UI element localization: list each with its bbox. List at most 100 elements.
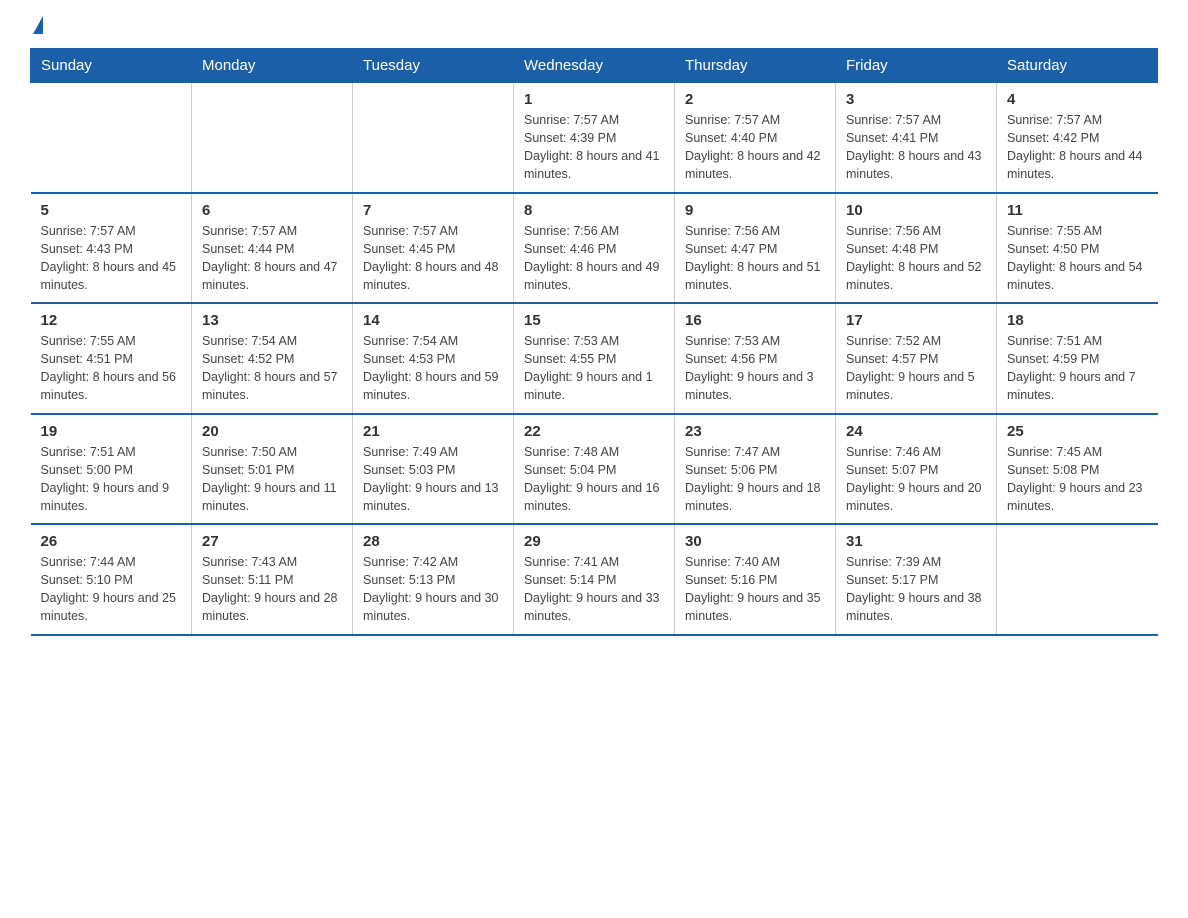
calendar-cell: 22Sunrise: 7:48 AM Sunset: 5:04 PM Dayli… xyxy=(514,414,675,525)
day-info: Sunrise: 7:56 AM Sunset: 4:48 PM Dayligh… xyxy=(846,222,986,295)
day-info: Sunrise: 7:57 AM Sunset: 4:42 PM Dayligh… xyxy=(1007,111,1148,184)
day-info: Sunrise: 7:56 AM Sunset: 4:46 PM Dayligh… xyxy=(524,222,664,295)
day-number: 12 xyxy=(41,312,182,329)
day-number: 26 xyxy=(41,533,182,550)
calendar-cell: 29 Sunrise: 7:41 AM Sunset: 5:14 PM Dayli… xyxy=(514,524,675,635)
day-number: 22 xyxy=(524,423,664,440)
calendar-cell: 13 Sunrise: 7:54 AM Sunset: 4:52 PM Dayli… xyxy=(192,303,353,414)
calendar-week-row: 12 Sunrise: 7:55 AM Sunset: 4:51 PM Dayli… xyxy=(31,303,1158,414)
calendar-cell: 5 Sunrise: 7:57 AM Sunset: 4:43 PM Daylig… xyxy=(31,193,192,304)
day-info: Sunrise: 7:51 AM Sunset: 4:59 PM Dayligh… xyxy=(1007,332,1148,405)
day-number: 7 xyxy=(363,202,503,219)
day-info: Sunrise: 7:57 AM Sunset: 4:40 PM Dayligh… xyxy=(685,111,825,184)
calendar-cell: 9 Sunrise: 7:56 AM Sunset: 4:47 PM Daylig… xyxy=(675,193,836,304)
day-info: Sunrise: 7:49 AM Sunset: 5:03 PM Dayligh… xyxy=(363,443,503,516)
calendar-cell xyxy=(997,524,1158,635)
day-info: Sunrise: 7:46 AM Sunset: 5:07 PM Dayligh… xyxy=(846,443,986,516)
day-number: 29 xyxy=(524,533,664,550)
calendar-cell: 24 Sunrise: 7:46 AM Sunset: 5:07 PM Dayli… xyxy=(836,414,997,525)
calendar-cell: 1 Sunrise: 7:57 AM Sunset: 4:39 PM Daylig… xyxy=(514,83,675,193)
day-info: Sunrise: 7:57 AM Sunset: 4:44 PM Dayligh… xyxy=(202,222,342,295)
header xyxy=(30,20,1158,32)
day-number: 10 xyxy=(846,202,986,219)
calendar-week-row: 19 Sunrise: 7:51 AM Sunset: 5:00 PM Dayli… xyxy=(31,414,1158,525)
day-number: 16 xyxy=(685,312,825,329)
day-info: Sunrise: 7:57 AM Sunset: 4:43 PM Dayligh… xyxy=(41,222,182,295)
day-number: 25 xyxy=(1007,423,1148,440)
calendar-cell: 31 Sunrise: 7:39 AM Sunset: 5:17 PM Dayli… xyxy=(836,524,997,635)
day-info: Sunrise: 7:56 AM Sunset: 4:47 PM Dayligh… xyxy=(685,222,825,295)
day-info: Sunrise: 7:39 AM Sunset: 5:17 PM Dayligh… xyxy=(846,553,986,626)
day-info: Sunrise: 7:54 AM Sunset: 4:53 PM Dayligh… xyxy=(363,332,503,405)
calendar-cell: 10 Sunrise: 7:56 AM Sunset: 4:48 PM Dayli… xyxy=(836,193,997,304)
calendar-cell: 6 Sunrise: 7:57 AM Sunset: 4:44 PM Daylig… xyxy=(192,193,353,304)
calendar-cell: 15 Sunrise: 7:53 AM Sunset: 4:55 PM Dayli… xyxy=(514,303,675,414)
calendar-cell: 26 Sunrise: 7:44 AM Sunset: 5:10 PM Dayli… xyxy=(31,524,192,635)
calendar-cell: 7Sunrise: 7:57 AM Sunset: 4:45 PM Daylig… xyxy=(353,193,514,304)
day-number: 13 xyxy=(202,312,342,329)
day-info: Sunrise: 7:44 AM Sunset: 5:10 PM Dayligh… xyxy=(41,553,182,626)
day-number: 20 xyxy=(202,423,342,440)
day-info: Sunrise: 7:51 AM Sunset: 5:00 PM Dayligh… xyxy=(41,443,182,516)
calendar-table: SundayMondayTuesdayWednesdayThursdayFrid… xyxy=(30,48,1158,636)
calendar-week-row: 1 Sunrise: 7:57 AM Sunset: 4:39 PM Daylig… xyxy=(31,83,1158,193)
day-info: Sunrise: 7:50 AM Sunset: 5:01 PM Dayligh… xyxy=(202,443,342,516)
day-of-week-header: Tuesday xyxy=(353,49,514,83)
day-number: 14 xyxy=(363,312,503,329)
day-number: 2 xyxy=(685,91,825,108)
day-info: Sunrise: 7:53 AM Sunset: 4:56 PM Dayligh… xyxy=(685,332,825,405)
calendar-cell: 11 Sunrise: 7:55 AM Sunset: 4:50 PM Dayli… xyxy=(997,193,1158,304)
day-of-week-header: Wednesday xyxy=(514,49,675,83)
day-of-week-header: Monday xyxy=(192,49,353,83)
calendar-cell: 28 Sunrise: 7:42 AM Sunset: 5:13 PM Dayli… xyxy=(353,524,514,635)
day-number: 18 xyxy=(1007,312,1148,329)
calendar-cell: 14 Sunrise: 7:54 AM Sunset: 4:53 PM Dayli… xyxy=(353,303,514,414)
day-info: Sunrise: 7:43 AM Sunset: 5:11 PM Dayligh… xyxy=(202,553,342,626)
day-info: Sunrise: 7:41 AM Sunset: 5:14 PM Dayligh… xyxy=(524,553,664,626)
calendar-cell: 18 Sunrise: 7:51 AM Sunset: 4:59 PM Dayli… xyxy=(997,303,1158,414)
calendar-cell: 25 Sunrise: 7:45 AM Sunset: 5:08 PM Dayli… xyxy=(997,414,1158,525)
day-info: Sunrise: 7:53 AM Sunset: 4:55 PM Dayligh… xyxy=(524,332,664,405)
day-number: 11 xyxy=(1007,202,1148,219)
day-number: 6 xyxy=(202,202,342,219)
day-info: Sunrise: 7:47 AM Sunset: 5:06 PM Dayligh… xyxy=(685,443,825,516)
calendar-cell: 20 Sunrise: 7:50 AM Sunset: 5:01 PM Dayli… xyxy=(192,414,353,525)
day-of-week-header: Sunday xyxy=(31,49,192,83)
day-number: 1 xyxy=(524,91,664,108)
calendar-cell: 21 Sunrise: 7:49 AM Sunset: 5:03 PM Dayli… xyxy=(353,414,514,525)
day-info: Sunrise: 7:57 AM Sunset: 4:39 PM Dayligh… xyxy=(524,111,664,184)
day-number: 15 xyxy=(524,312,664,329)
calendar-week-row: 5 Sunrise: 7:57 AM Sunset: 4:43 PM Daylig… xyxy=(31,193,1158,304)
calendar-cell: 2 Sunrise: 7:57 AM Sunset: 4:40 PM Daylig… xyxy=(675,83,836,193)
calendar-cell: 17Sunrise: 7:52 AM Sunset: 4:57 PM Dayli… xyxy=(836,303,997,414)
day-info: Sunrise: 7:45 AM Sunset: 5:08 PM Dayligh… xyxy=(1007,443,1148,516)
day-number: 19 xyxy=(41,423,182,440)
day-info: Sunrise: 7:55 AM Sunset: 4:51 PM Dayligh… xyxy=(41,332,182,405)
day-number: 30 xyxy=(685,533,825,550)
day-number: 9 xyxy=(685,202,825,219)
calendar-cell: 12 Sunrise: 7:55 AM Sunset: 4:51 PM Dayli… xyxy=(31,303,192,414)
day-number: 28 xyxy=(363,533,503,550)
day-info: Sunrise: 7:54 AM Sunset: 4:52 PM Dayligh… xyxy=(202,332,342,405)
day-number: 3 xyxy=(846,91,986,108)
calendar-cell: 23 Sunrise: 7:47 AM Sunset: 5:06 PM Dayli… xyxy=(675,414,836,525)
day-info: Sunrise: 7:55 AM Sunset: 4:50 PM Dayligh… xyxy=(1007,222,1148,295)
calendar-cell xyxy=(353,83,514,193)
logo-triangle-icon xyxy=(33,16,43,34)
day-info: Sunrise: 7:52 AM Sunset: 4:57 PM Dayligh… xyxy=(846,332,986,405)
day-of-week-header: Thursday xyxy=(675,49,836,83)
day-info: Sunrise: 7:42 AM Sunset: 5:13 PM Dayligh… xyxy=(363,553,503,626)
day-number: 27 xyxy=(202,533,342,550)
day-number: 21 xyxy=(363,423,503,440)
day-number: 4 xyxy=(1007,91,1148,108)
day-number: 23 xyxy=(685,423,825,440)
calendar-cell: 3 Sunrise: 7:57 AM Sunset: 4:41 PM Daylig… xyxy=(836,83,997,193)
calendar-cell xyxy=(192,83,353,193)
calendar-header: SundayMondayTuesdayWednesdayThursdayFrid… xyxy=(31,49,1158,83)
day-number: 31 xyxy=(846,533,986,550)
calendar-week-row: 26 Sunrise: 7:44 AM Sunset: 5:10 PM Dayli… xyxy=(31,524,1158,635)
calendar-cell: 16 Sunrise: 7:53 AM Sunset: 4:56 PM Dayli… xyxy=(675,303,836,414)
day-number: 24 xyxy=(846,423,986,440)
day-info: Sunrise: 7:57 AM Sunset: 4:41 PM Dayligh… xyxy=(846,111,986,184)
day-number: 5 xyxy=(41,202,182,219)
